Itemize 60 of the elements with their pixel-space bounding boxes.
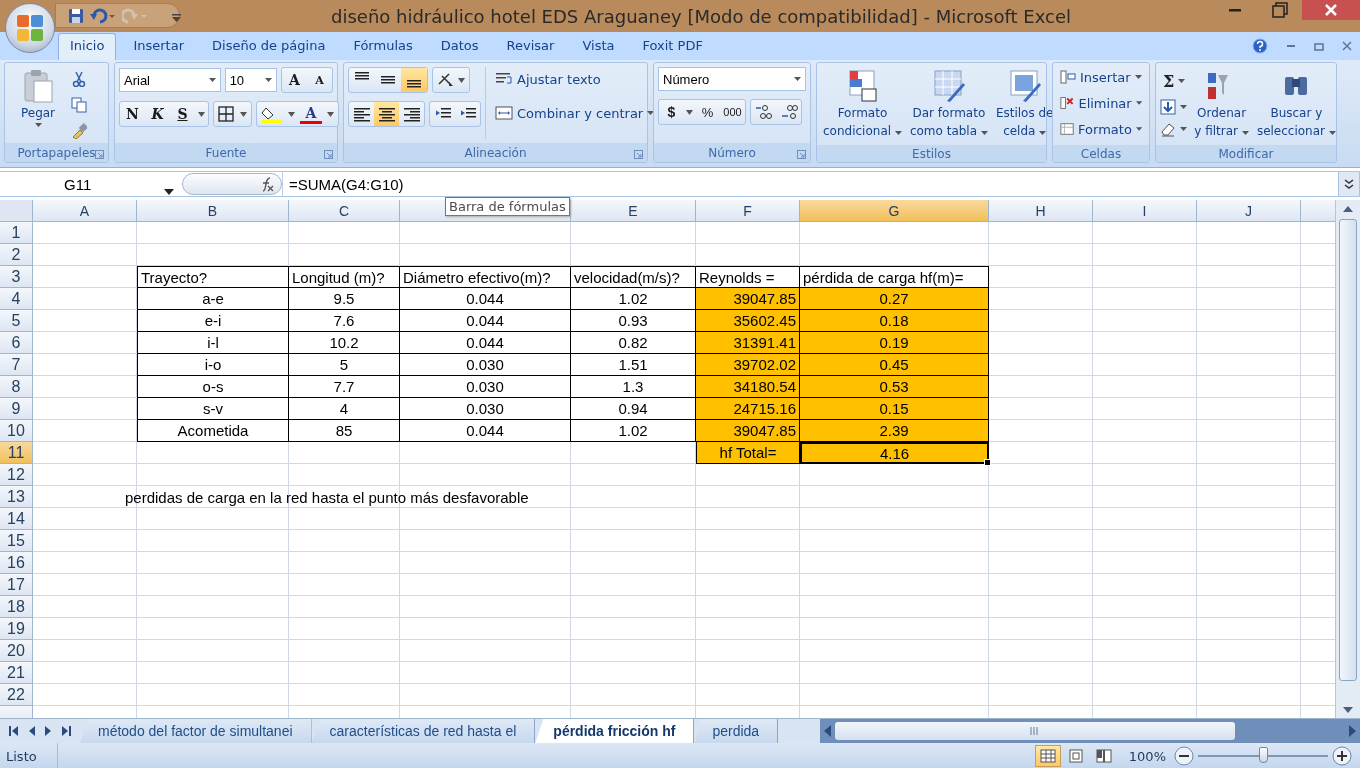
group-label: Celdas (1080, 146, 1122, 161)
table-cell: 1.3 (571, 376, 696, 398)
tooltip: Barra de fórmulas (445, 197, 570, 216)
group-label: Número (708, 145, 756, 160)
table-cell: 0.53 (800, 376, 989, 398)
table-cell: 7.7 (289, 376, 400, 398)
table-cell: i-l (137, 332, 289, 354)
table-header-cell: Diámetro efectivo(m)? (400, 266, 571, 288)
table-cell: 1.02 (571, 288, 696, 310)
status-text: Listo (6, 748, 37, 764)
table-cell: 0.45 (800, 354, 989, 376)
table-header-cell: Longitud (m)? (289, 266, 400, 288)
table-header-cell: velocidad(m/s)? (571, 266, 696, 288)
total-label: hf Total= (696, 442, 800, 464)
table-cell: 9.5 (289, 288, 400, 310)
table-cell: Acometida (137, 420, 289, 442)
table-header-cell: Reynolds = (696, 266, 800, 288)
table-cell: 7.6 (289, 310, 400, 332)
table-cell: e-i (137, 310, 289, 332)
table-cell: 2.39 (800, 420, 989, 442)
table-cell: 85 (289, 420, 400, 442)
table-cell: 0.030 (400, 398, 571, 420)
group-label: Alineación (464, 145, 527, 160)
table-cell: 0.030 (400, 376, 571, 398)
table-cell: a-e (137, 288, 289, 310)
note-text: perdidas de carga en la red hasta el punto más desfavorable (125, 488, 529, 506)
table-cell: 0.044 (400, 332, 571, 354)
table-cell: 0.044 (400, 420, 571, 442)
table-cell: i-o (137, 354, 289, 376)
table-cell: 0.18 (800, 310, 989, 332)
table-cell: s-v (137, 398, 289, 420)
group-label: Fuente (205, 145, 247, 160)
table-cell: 31391.41 (696, 332, 800, 354)
table-cell: 0.030 (400, 354, 571, 376)
table-cell: 0.93 (571, 310, 696, 332)
table-cell: 39047.85 (696, 288, 800, 310)
table-cell: 35602.45 (696, 310, 800, 332)
table-cell: 0.94 (571, 398, 696, 420)
table-header-cell: Trayecto? (137, 266, 289, 288)
window-title: diseño hidráulico hotel EDS Araguaney [Modo de compatibilidad] - Microsoft Excel (330, 5, 1072, 27)
table-cell: 39047.85 (696, 420, 800, 442)
table-cell: 1.02 (571, 420, 696, 442)
table-cell: 39702.02 (696, 354, 800, 376)
group-label: Modificar (1218, 146, 1274, 161)
table-cell: 34180.54 (696, 376, 800, 398)
table-cell: 0.19 (800, 332, 989, 354)
group-label: Estilos (912, 146, 951, 161)
table-header-cell: pérdida de carga hf(m)= (800, 266, 989, 288)
table-cell: 0.15 (800, 398, 989, 420)
table-cell: 0.27 (800, 288, 989, 310)
table-cell: 4 (289, 398, 400, 420)
table-cell: 0.044 (400, 310, 571, 332)
table-cell: 0.82 (571, 332, 696, 354)
table-cell: 10.2 (289, 332, 400, 354)
table-cell: 5 (289, 354, 400, 376)
table-cell: o-s (137, 376, 289, 398)
table-cell: 0.044 (400, 288, 571, 310)
table-cell: 1.51 (571, 354, 696, 376)
table-cell: 24715.16 (696, 398, 800, 420)
group-label: Portapapeles (17, 145, 96, 160)
